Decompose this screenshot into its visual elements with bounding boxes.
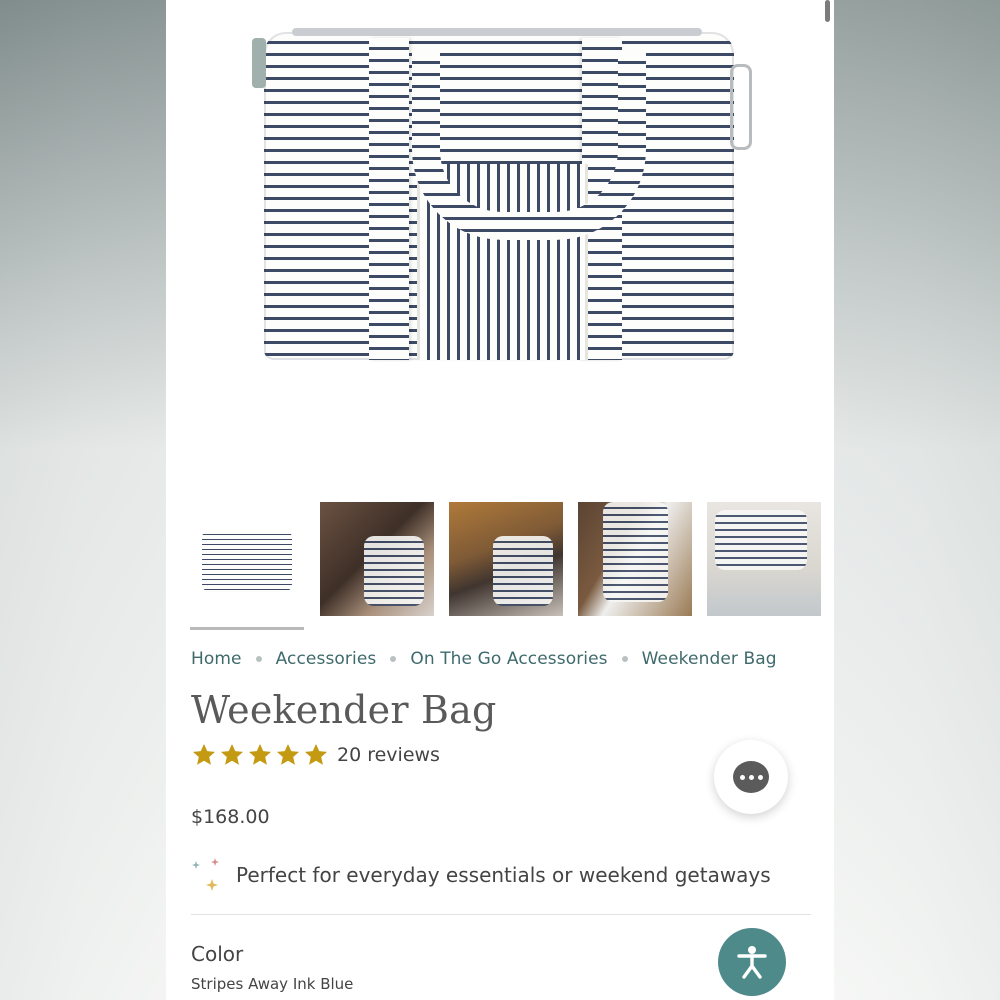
chat-icon	[733, 761, 769, 793]
star-icon	[248, 743, 272, 765]
scrollbar[interactable]	[825, 0, 830, 22]
bag-clip-right	[730, 64, 752, 150]
thumbnail-bag-image	[493, 536, 553, 606]
product-tagline: Perfect for everyday essentials or weeke…	[188, 855, 771, 895]
thumbnail-gallery	[190, 502, 830, 617]
thumbnail-5[interactable]	[707, 502, 821, 616]
thumbnail-bag-image	[364, 536, 424, 606]
breadcrumb-separator	[390, 656, 397, 662]
breadcrumb-accessories[interactable]: Accessories	[276, 649, 377, 669]
breadcrumb-separator	[621, 656, 628, 662]
thumbnail-2[interactable]	[320, 502, 434, 616]
chat-button[interactable]	[714, 740, 788, 814]
breadcrumb: Home Accessories On The Go Accessories W…	[191, 648, 777, 670]
star-icon	[304, 743, 328, 765]
tagline-text: Perfect for everyday essentials or weeke…	[236, 863, 771, 887]
bag-zipper	[292, 28, 702, 36]
product-title: Weekender Bag	[191, 688, 497, 732]
thumbnail-bag-image	[202, 530, 292, 592]
star-icon	[220, 743, 244, 765]
thumbnail-selected-indicator	[190, 627, 304, 630]
backdrop-left	[0, 0, 166, 1000]
product-main-image[interactable]	[252, 14, 752, 364]
breadcrumb-current[interactable]: Weekender Bag	[642, 649, 777, 669]
sparkle-icon	[192, 858, 219, 891]
color-value: Stripes Away Ink Blue	[191, 975, 354, 993]
thumbnail-1[interactable]	[190, 502, 304, 616]
breadcrumb-home[interactable]: Home	[191, 649, 242, 669]
thumbnail-bag-image	[603, 502, 668, 602]
product-rating[interactable]: 20 reviews	[191, 742, 440, 768]
product-price: $168.00	[191, 806, 270, 828]
section-divider	[191, 914, 811, 915]
thumbnail-bag-image	[715, 510, 807, 570]
star-icon	[276, 743, 300, 765]
bag-handle	[412, 52, 646, 240]
product-page: Home Accessories On The Go Accessories W…	[166, 0, 834, 1000]
bag-strap-left	[369, 38, 409, 360]
breadcrumb-separator	[255, 656, 262, 662]
breadcrumb-on-the-go[interactable]: On The Go Accessories	[410, 649, 607, 669]
star-icon	[192, 743, 216, 765]
color-label: Color	[191, 942, 244, 966]
thumbnail-4[interactable]	[578, 502, 692, 616]
backdrop-right	[834, 0, 1000, 1000]
accessibility-button[interactable]	[718, 928, 786, 996]
reviews-link[interactable]: 20 reviews	[337, 744, 440, 766]
bag-clip-left	[252, 38, 266, 88]
thumbnail-3[interactable]	[449, 502, 563, 616]
accessibility-icon	[737, 946, 767, 979]
